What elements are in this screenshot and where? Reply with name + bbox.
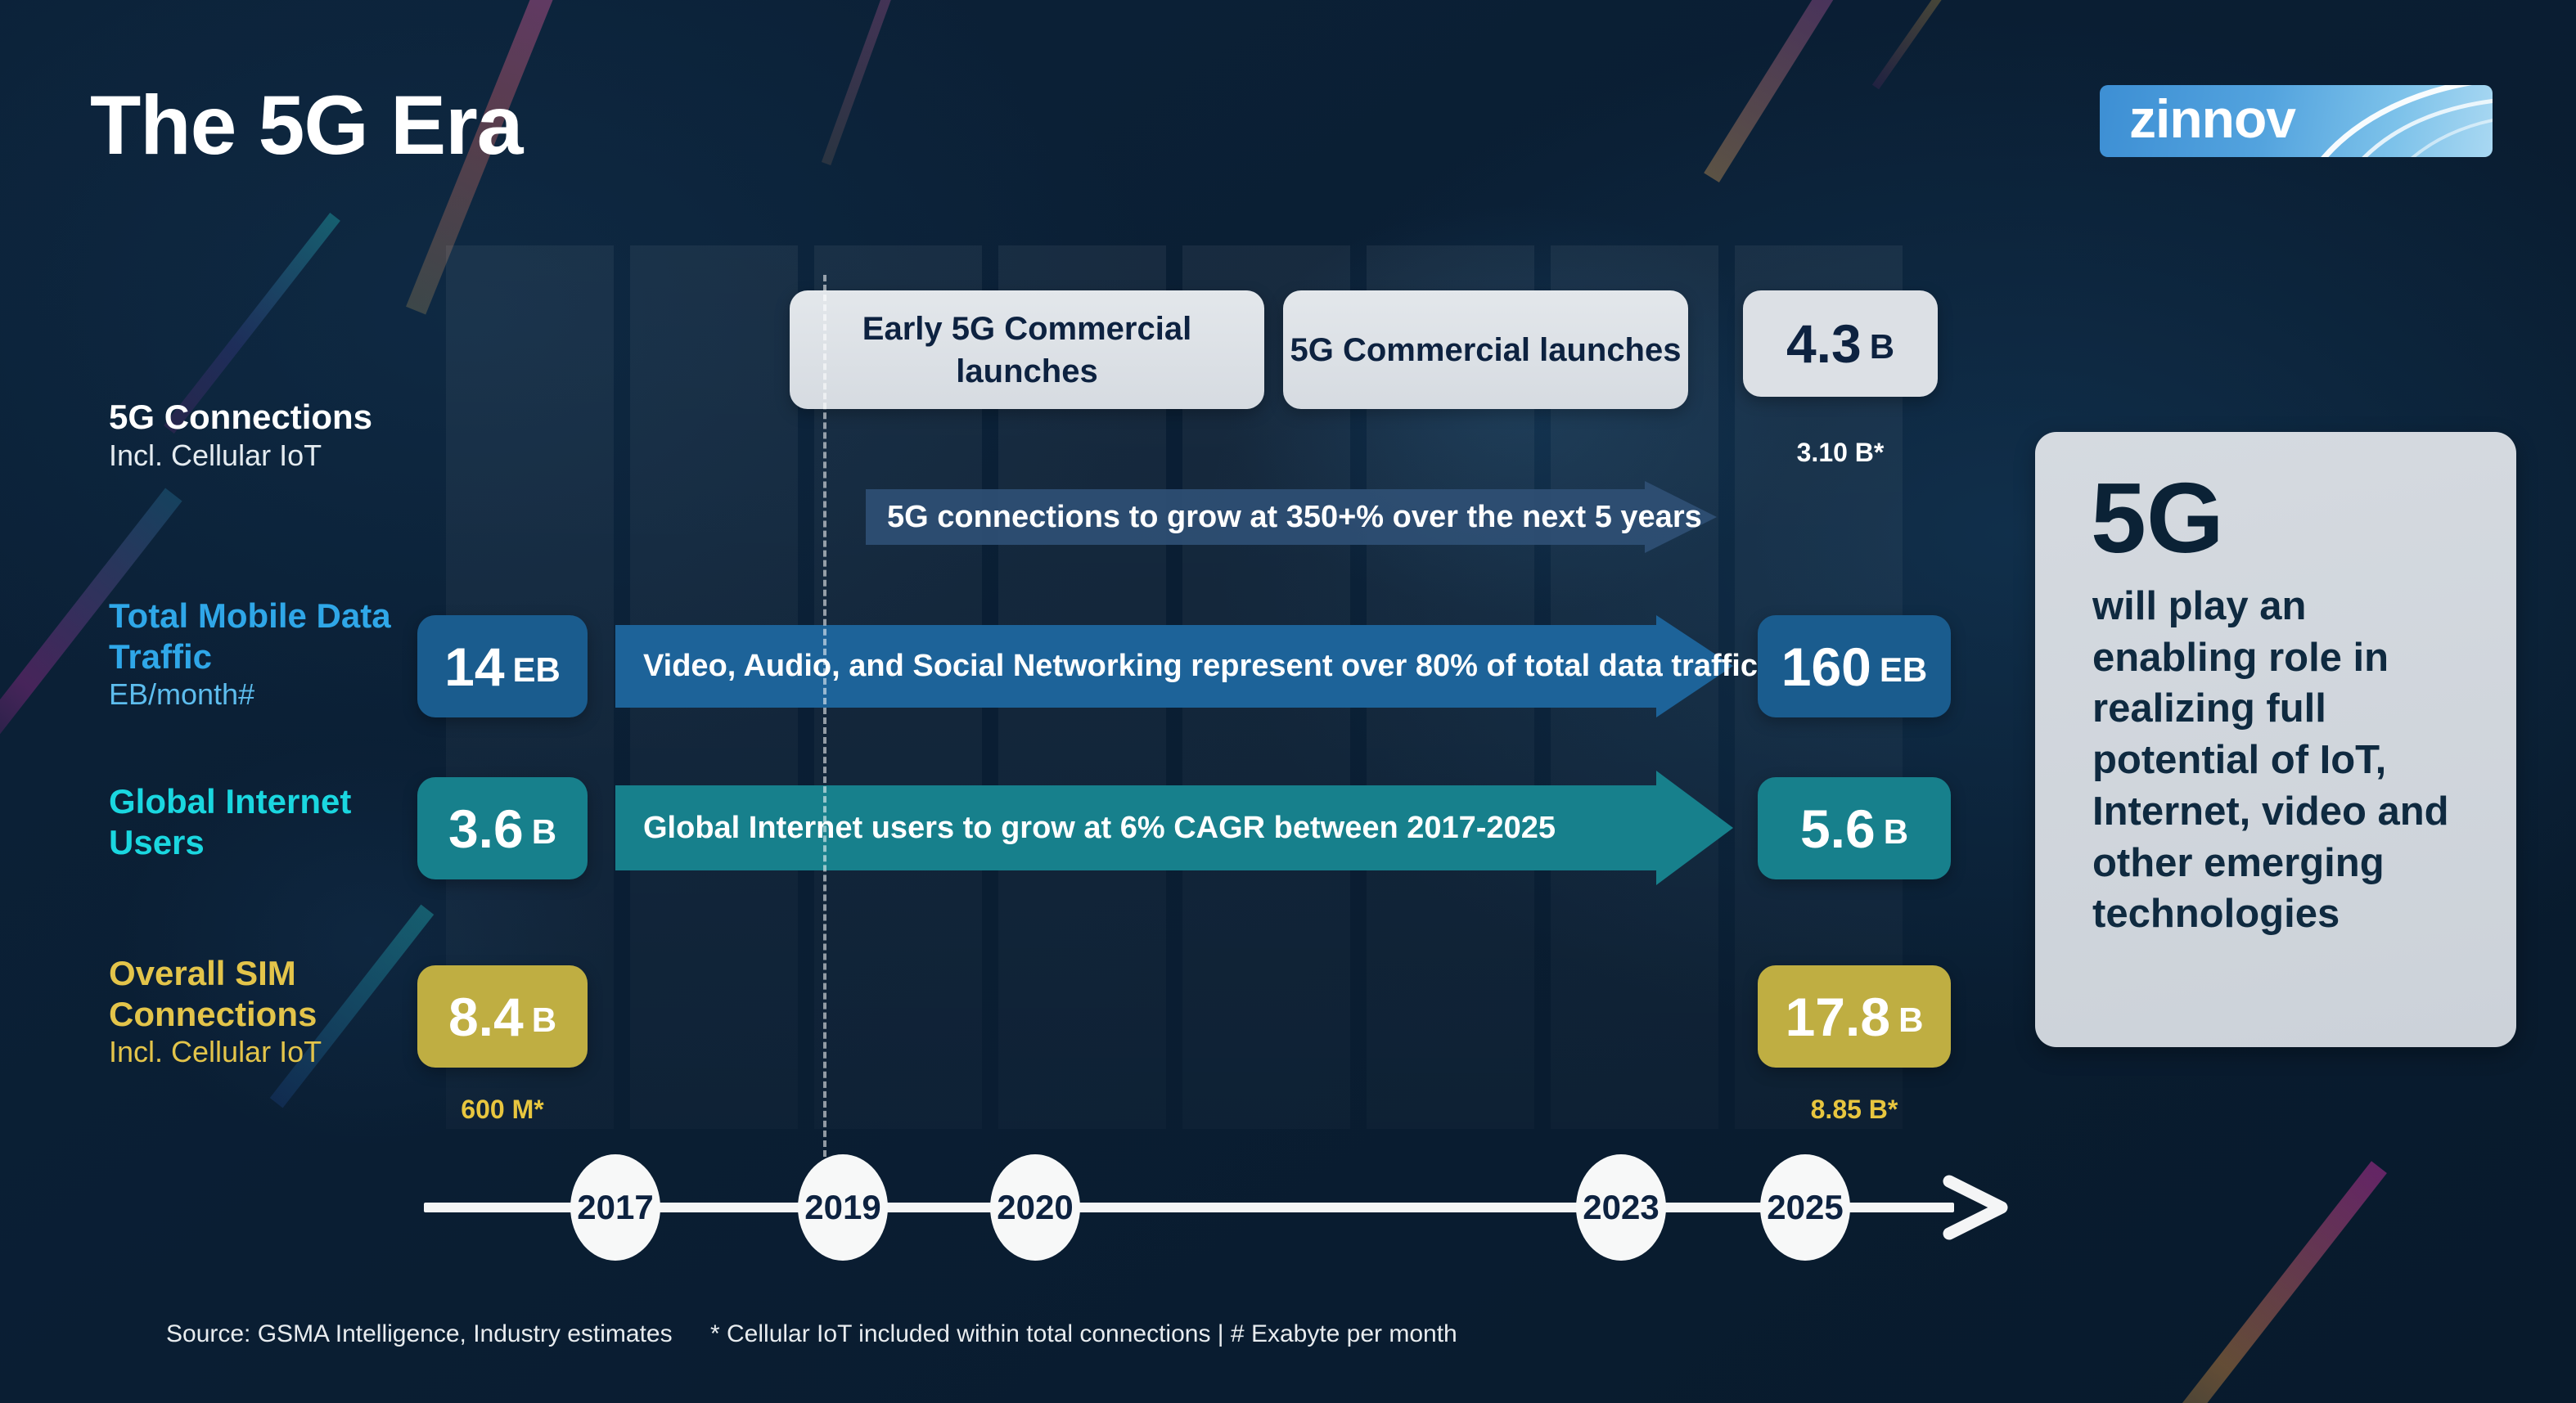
value-unit: B — [1883, 812, 1909, 851]
footer-notes: * Cellular IoT included within total con… — [710, 1320, 1457, 1347]
value-unit: EB — [1879, 650, 1928, 689]
timeline-year-label: 2023 — [1583, 1188, 1660, 1226]
row-label-overall-sim-connections: Overall SIM Connections Incl. Cellular I… — [109, 953, 387, 1069]
decorative-streak — [1871, 0, 1950, 90]
arrow-5g-growth: 5G connections to grow at 350+% over the… — [866, 481, 1717, 553]
value-number: 5.6 — [1799, 798, 1876, 859]
infographic-canvas: The 5G Era zinnov 5G Connections Incl. C… — [0, 0, 2576, 1403]
callout-text: Early 5G Commercial launches — [862, 310, 1192, 389]
timeline-node-2020[interactable]: 2020 — [990, 1154, 1080, 1261]
row-label-subtitle: Incl. Cellular IoT — [109, 438, 322, 472]
row-label-subtitle: EB/month# — [109, 677, 255, 712]
timeline-arrowhead-icon — [1943, 1175, 2008, 1240]
timeline-node-2019[interactable]: 2019 — [798, 1154, 888, 1261]
value-number: 160 — [1781, 636, 1871, 697]
value-chip-data-traffic-2017: 14 EB — [417, 615, 588, 717]
callout-5g-commercial: 5G Commercial launches — [1283, 290, 1688, 409]
value-number: 8.4 — [448, 986, 524, 1047]
key-takeaway-panel: 5G will play an enabling role in realizi… — [2035, 432, 2516, 1047]
arrow-users-cagr: Global Internet users to grow at 6% CAGR… — [615, 771, 1733, 885]
timeline-year-label: 2020 — [997, 1188, 1074, 1226]
value-chip-internet-users-2025: 5.6 B — [1758, 777, 1951, 879]
footer-source: Source: GSMA Intelligence, Industry esti… — [166, 1320, 673, 1347]
timeline-year-label: 2019 — [804, 1188, 881, 1226]
value-chip-sim-2017: 8.4 B — [417, 965, 588, 1068]
timeline-node-2025[interactable]: 2025 — [1760, 1154, 1850, 1261]
value-number: 17.8 — [1785, 986, 1891, 1047]
year-2019-guideline — [823, 275, 826, 1167]
decorative-streak — [821, 0, 924, 166]
row-label-title: Total Mobile Data Traffic — [109, 596, 391, 676]
row-label-title: 5G Connections — [109, 398, 373, 436]
value-number: 4.3 — [1786, 313, 1862, 374]
timeline-year-label: 2017 — [577, 1188, 654, 1226]
panel-heading: 5G — [2091, 462, 2224, 573]
caption-sim-2025: 8.85 B* — [1810, 1095, 1898, 1124]
caption-sim-2017: 600 M* — [461, 1095, 544, 1124]
value-unit: B — [531, 1000, 557, 1039]
logo-wordmark: zinnov — [2129, 88, 2296, 149]
value-unit: B — [531, 812, 557, 851]
timeline-year-label: 2025 — [1767, 1188, 1844, 1226]
page-title: The 5G Era — [90, 79, 524, 172]
value-unit: B — [1898, 1000, 1924, 1039]
decorative-streak — [1704, 0, 1849, 183]
value-chip-internet-users-2017: 3.6 B — [417, 777, 588, 879]
arrow-label: Video, Audio, and Social Networking repr… — [643, 649, 1758, 683]
value-number: 14 — [444, 636, 505, 697]
caption-5g-connections-2025: 3.10 B* — [1796, 438, 1885, 467]
value-unit: EB — [512, 650, 561, 689]
value-chip-sim-2025: 17.8 B — [1758, 965, 1951, 1068]
value-chip-data-traffic-2025: 160 EB — [1758, 615, 1951, 717]
decorative-streak — [2150, 1161, 2387, 1403]
arrow-label: Global Internet users to grow at 6% CAGR… — [643, 810, 1556, 845]
arrow-label: 5G connections to grow at 350+% over the… — [887, 499, 1702, 534]
value-chip-5g-connections-2025: 4.3 B — [1743, 290, 1938, 397]
logo-swoosh-icon — [2321, 85, 2493, 157]
panel-body-text: will play an enabling role in realizing … — [2092, 584, 2449, 937]
zinnov-logo[interactable]: zinnov — [2100, 85, 2493, 157]
arrow-data-mix: Video, Audio, and Social Networking repr… — [615, 615, 1758, 717]
row-label-title: Global Internet Users — [109, 782, 352, 861]
timeline-node-2017[interactable]: 2017 — [570, 1154, 660, 1261]
value-number: 3.6 — [448, 798, 524, 859]
row-label-5g-connections: 5G Connections Incl. Cellular IoT — [109, 397, 372, 473]
row-label-title: Overall SIM Connections — [109, 954, 317, 1033]
timeline-node-2023[interactable]: 2023 — [1576, 1154, 1666, 1261]
callout-text: 5G Commercial launches — [1290, 331, 1682, 368]
callout-early-5g: Early 5G Commercial launches — [790, 290, 1264, 409]
value-unit: B — [1869, 327, 1895, 366]
row-label-global-internet-users: Global Internet Users — [109, 781, 420, 862]
row-label-total-mobile-data-traffic: Total Mobile Data Traffic EB/month# — [109, 596, 436, 712]
row-label-subtitle: Incl. Cellular IoT — [109, 1035, 322, 1069]
